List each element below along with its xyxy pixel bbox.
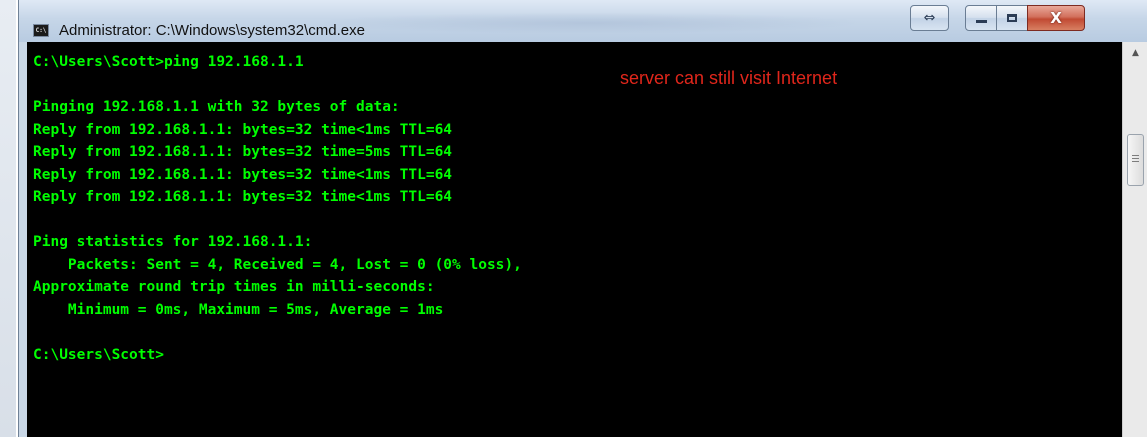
vertical-scrollbar[interactable]: ▲	[1122, 42, 1147, 437]
scroll-up-arrow-icon: ▲	[1132, 48, 1139, 58]
console-line: Reply from 192.168.1.1: bytes=32 time=5m…	[33, 144, 453, 160]
console-line: Reply from 192.168.1.1: bytes=32 time<1m…	[33, 189, 453, 205]
title-bar-glass-reflection	[309, 12, 869, 34]
scroll-grip-icon	[1132, 155, 1139, 164]
background-window-edge	[0, 0, 16, 437]
cmd-icon[interactable]: C:\	[33, 24, 49, 37]
annotation-note: server can still visit Internet	[620, 68, 838, 88]
close-icon: X	[1050, 9, 1062, 27]
console-line: Reply from 192.168.1.1: bytes=32 time<1m…	[33, 121, 453, 138]
close-button[interactable]: X	[1027, 5, 1085, 31]
console-lines: C:\Users\Scott>ping 192.168.1.1 Pinging …	[33, 51, 522, 366]
console-line: Pinging 192.168.1.1 with 32 bytes of dat…	[33, 99, 400, 115]
window-title: Administrator: C:\Windows\system32\cmd.e…	[59, 22, 365, 39]
console-line: Approximate round trip times in milli-se…	[33, 279, 435, 295]
minimize-icon	[975, 20, 987, 23]
scroll-thumb[interactable]	[1127, 134, 1144, 186]
minimize-button[interactable]	[965, 5, 997, 31]
console-line: C:\Users\Scott>ping 192.168.1.1	[33, 54, 304, 70]
cmd-window: C:\ Administrator: C:\Windows\system32\c…	[18, 0, 1147, 437]
console-line: Ping statistics for 192.168.1.1:	[33, 234, 313, 250]
console-prompt[interactable]: C:\Users\Scott>	[33, 344, 522, 367]
snap-button[interactable]: ⇔	[910, 5, 949, 31]
title-bar[interactable]: C:\ Administrator: C:\Windows\system32\c…	[19, 0, 1147, 42]
console-line: Minimum = 0ms, Maximum = 5ms, Average = …	[33, 301, 444, 318]
console-line: Reply from 192.168.1.1: bytes=32 time<1m…	[33, 166, 453, 183]
scroll-up-button[interactable]: ▲	[1123, 42, 1147, 64]
desktop-background: C:\ Administrator: C:\Windows\system32\c…	[0, 0, 1147, 437]
console-output[interactable]: C:\Users\Scott>ping 192.168.1.1 Pinging …	[27, 42, 1122, 437]
console-line: Packets: Sent = 4, Received = 4, Lost = …	[33, 256, 522, 273]
resize-arrows-icon: ⇔	[923, 10, 936, 26]
maximize-icon	[1007, 14, 1017, 22]
maximize-button[interactable]	[996, 5, 1028, 31]
